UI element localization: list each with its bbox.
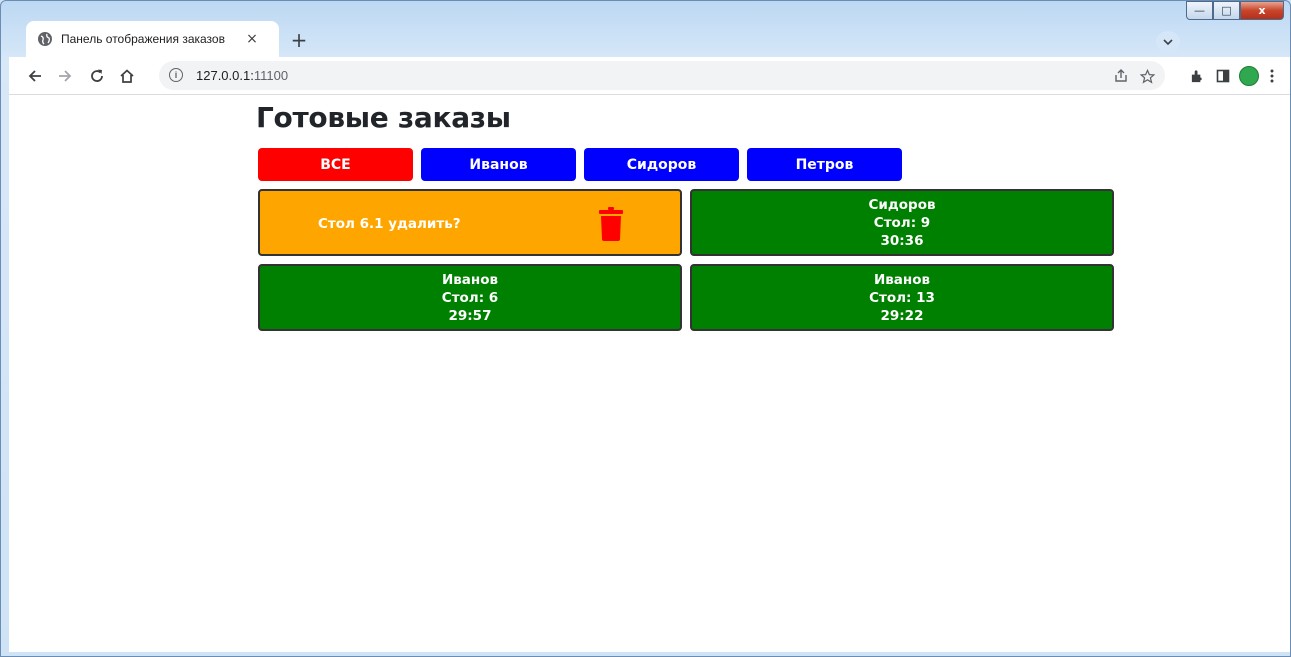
home-icon[interactable] <box>115 64 139 88</box>
url-text: 127.0.0.1:11100 <box>196 68 288 83</box>
reload-icon[interactable] <box>85 64 109 88</box>
forward-icon[interactable] <box>53 64 77 88</box>
tab-strip: Панель отображения заказов × + <box>9 21 1282 57</box>
menu-kebab-icon[interactable] <box>1260 64 1284 88</box>
order-card[interactable]: Иванов Стол: 13 29:22 <box>690 264 1114 331</box>
orders-grid: Стол 6.1 удалить? Сидоров Стол: 9 30:36 … <box>258 189 1114 331</box>
order-waiter: Иванов <box>873 271 931 288</box>
filter-all-button[interactable]: ВСЕ <box>258 148 413 181</box>
order-table: Стол: 6 <box>441 289 499 306</box>
order-waiter: Иванов <box>441 271 499 288</box>
tab-close-icon[interactable]: × <box>243 31 261 47</box>
globe-icon <box>38 32 52 46</box>
url-port: 11100 <box>253 68 289 83</box>
order-table: Стол: 9 <box>873 214 931 231</box>
url-host: 127.0.0.1: <box>196 68 254 83</box>
bookmark-star-icon[interactable] <box>1137 66 1157 86</box>
order-waiter: Сидоров <box>868 196 936 213</box>
order-table: Стол: 13 <box>869 289 935 306</box>
browser-toolbar: i 127.0.0.1:11100 <box>9 57 1290 95</box>
trash-icon[interactable] <box>599 207 623 241</box>
extensions-icon[interactable] <box>1185 64 1209 88</box>
share-icon[interactable] <box>1111 66 1131 86</box>
tab-active[interactable]: Панель отображения заказов × <box>26 21 279 57</box>
browser-window: — □ x Панель отображения заказов × + i 1… <box>0 0 1291 657</box>
order-time: 30:36 <box>880 232 924 249</box>
site-info-icon[interactable]: i <box>169 68 183 82</box>
profile-avatar[interactable] <box>1239 66 1259 86</box>
waiter-filter-bar: ВСЕ Иванов Сидоров Петров <box>258 148 902 181</box>
order-time: 29:22 <box>880 307 924 324</box>
filter-petrov-button[interactable]: Петров <box>747 148 902 181</box>
filter-ivanov-button[interactable]: Иванов <box>421 148 576 181</box>
delete-confirm-card[interactable]: Стол 6.1 удалить? <box>258 189 682 256</box>
back-icon[interactable] <box>23 64 47 88</box>
page-viewport: Готовые заказы ВСЕ Иванов Сидоров Петров… <box>9 95 1290 652</box>
page-title: Готовые заказы <box>256 101 511 134</box>
close-window-button[interactable]: x <box>1240 1 1284 20</box>
maximize-button[interactable]: □ <box>1213 1 1240 20</box>
tab-search-icon[interactable] <box>1156 31 1180 53</box>
minimize-button[interactable]: — <box>1186 1 1213 20</box>
window-controls: — □ x <box>1186 1 1284 21</box>
delete-confirm-text: Стол 6.1 удалить? <box>318 216 461 232</box>
order-card[interactable]: Иванов Стол: 6 29:57 <box>258 264 682 331</box>
filter-sidorov-button[interactable]: Сидоров <box>584 148 739 181</box>
new-tab-button[interactable]: + <box>286 27 312 53</box>
side-panel-icon[interactable] <box>1211 64 1235 88</box>
order-card[interactable]: Сидоров Стол: 9 30:36 <box>690 189 1114 256</box>
tab-title: Панель отображения заказов <box>61 32 225 46</box>
address-bar[interactable]: i 127.0.0.1:11100 <box>159 61 1165 90</box>
order-time: 29:57 <box>448 307 492 324</box>
